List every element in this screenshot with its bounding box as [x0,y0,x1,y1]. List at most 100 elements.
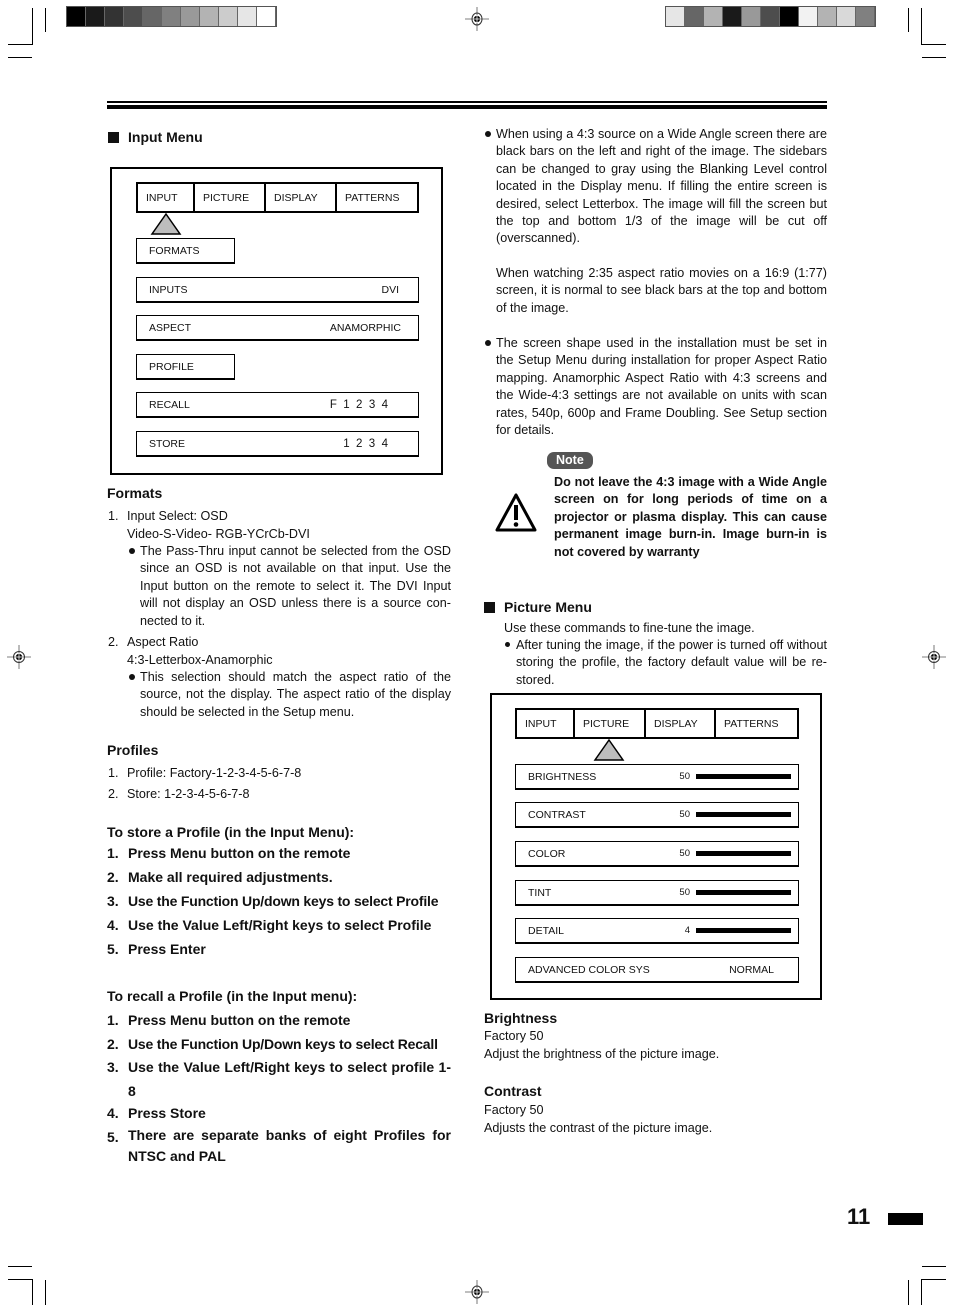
registration-mark-icon [7,645,31,669]
picture-menu-note: After tuning the image, if the power is … [516,638,827,687]
tab-input[interactable]: INPUT [138,184,195,211]
input-menu-heading: Input Menu [108,129,203,145]
menu-row-store[interactable]: STORE 1 2 3 4 [136,431,419,457]
color-swatch [818,7,837,26]
color-swatch [742,7,761,26]
menu-row-tint[interactable]: TINT 50 [515,880,799,906]
menu-row-detail[interactable]: DETAIL 4 [515,918,799,944]
color-swatch [67,7,86,26]
menu-row-value: 4 [684,925,690,936]
value-slider-bar[interactable] [696,812,791,817]
profiles-item-number: 2. [108,787,119,801]
recall-step: Press Menu button on the remote [128,1012,351,1028]
bullet-icon [485,340,491,346]
menu-row-label: ADVANCED COLOR SYS [528,963,650,976]
color-swatch [837,7,856,26]
step-number: 5. [107,1129,119,1145]
color-swatch [219,7,238,26]
menu-row-value: NORMAL [729,963,774,976]
menu-row-advanced-color-sys[interactable]: ADVANCED COLOR SYS NORMAL [515,957,799,983]
recall-step: Use the Function Up/Down keys to select … [128,1036,438,1052]
screen-shape-note: The screen shape used in the installatio… [496,336,827,438]
picture-menu-tabs: INPUT PICTURE DISPLAY PATTERNS [515,708,799,739]
page-number: 11 [847,1204,871,1229]
contrast-heading: Contrast [484,1083,542,1099]
store-step: Press Menu button on the remote [128,845,351,861]
menu-row-value: 50 [679,771,690,782]
note-text: Do not leave the 4:3 image with a Wide A… [554,475,827,559]
selection-pointer-icon [593,738,625,761]
menu-row-label: TINT [528,886,552,899]
formats-item-line: Input Select: OSD [127,509,228,523]
menu-row-label: BRIGHTNESS [528,770,597,783]
formats-item-line: 4:3-Letterbox-Anamorphic [127,653,273,667]
value-slider-bar[interactable] [696,890,791,895]
value-slider-bar[interactable] [696,851,791,856]
recall-step: There are separate banks of eight Profil… [128,1127,451,1164]
recall-step: Press Store [128,1105,206,1121]
registration-mark-icon [465,7,489,31]
picture-menu-heading: Picture Menu [484,599,592,615]
formats-item-note: The Pass-Thru input cannot be selected f… [140,544,451,628]
step-number: 5. [107,941,119,957]
bullet-icon [485,131,491,137]
formats-item-note: This selection should match the aspect r… [140,670,451,719]
brightness-heading: Brightness [484,1010,558,1026]
bullet-icon [129,674,135,680]
color-swatch [761,7,780,26]
step-number: 4. [107,917,119,933]
input-menu-tabs: INPUT PICTURE DISPLAY PATTERNS [136,182,419,213]
value-slider-bar[interactable] [696,774,791,779]
step-number: 2. [107,1036,119,1052]
warning-triangle-icon [495,493,537,532]
profiles-item: Store: 1-2-3-4-5-6-7-8 [127,787,250,801]
section-square-icon [484,601,495,613]
color-swatch [704,7,723,26]
color-swatch [685,7,704,26]
menu-row-brightness[interactable]: BRIGHTNESS 50 [515,764,799,790]
tab-picture[interactable]: PICTURE [575,710,646,737]
tab-picture[interactable]: PICTURE [195,184,266,211]
color-calibration-bar-right [665,6,876,27]
color-swatch [666,7,685,26]
tab-display[interactable]: DISPLAY [646,710,716,737]
color-swatch [162,7,181,26]
color-swatch [238,7,257,26]
page-tab-marker [888,1213,923,1225]
formats-item-line: Aspect Ratio [127,635,199,649]
tab-patterns[interactable]: PATTERNS [337,184,417,211]
selection-pointer-icon [150,212,182,235]
formats-item-number: 1. [108,509,119,523]
tab-display[interactable]: DISPLAY [266,184,337,211]
recall-step: Use the Value Left/Right keys to select … [128,1059,451,1099]
menu-row-contrast[interactable]: CONTRAST 50 [515,802,799,828]
menu-row-color[interactable]: COLOR 50 [515,841,799,867]
color-swatch [799,7,818,26]
step-number: 3. [107,893,119,909]
step-number: 3. [107,1059,119,1075]
menu-row-value: 50 [679,809,690,820]
contrast-desc: Adjusts the contrast of the picture imag… [484,1121,713,1135]
menu-row-inputs[interactable]: INPUTS DVI [136,277,419,303]
header-rule-thick [107,105,827,109]
menu-row-profile[interactable]: PROFILE [136,354,235,380]
step-number: 2. [107,869,119,885]
menu-row-aspect[interactable]: ASPECT ANAMORPHIC [136,315,419,341]
formats-item-line: Video-S-Video- RGB-YCrCb-DVI [127,527,310,541]
tab-patterns[interactable]: PATTERNS [716,710,797,737]
store-profile-heading: To store a Profile (in the Input Menu): [107,824,355,840]
menu-row-formats[interactable]: FORMATS [136,238,235,264]
tab-input[interactable]: INPUT [517,710,575,737]
menu-row-value: 50 [679,887,690,898]
color-swatch [124,7,143,26]
store-step: Use the Value Left/Right keys to select … [128,917,432,933]
menu-row-recall[interactable]: RECALL F 1 2 3 4 [136,392,419,418]
menu-row-label: COLOR [528,847,566,860]
registration-mark-icon [465,1280,489,1304]
store-step: Press Enter [128,941,206,957]
recall-profile-heading: To recall a Profile (in the Input menu): [107,988,358,1004]
color-swatch [105,7,124,26]
value-slider-bar[interactable] [696,928,791,933]
section-square-icon [108,131,119,143]
aspect-ratio-note: When watching 2:35 aspect ratio movies o… [496,266,827,315]
